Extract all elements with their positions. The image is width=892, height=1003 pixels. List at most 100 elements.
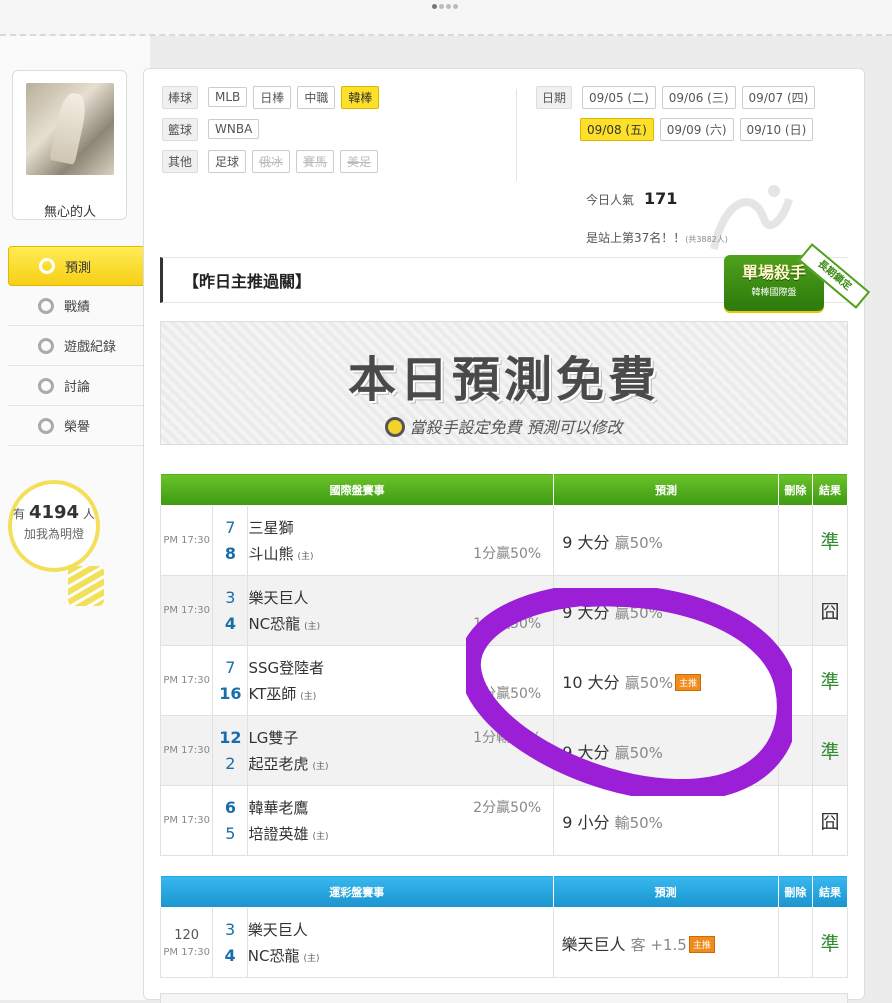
- delete-cell: [777, 907, 814, 978]
- sidebar-item-3[interactable]: 討論: [8, 366, 148, 406]
- home-mark: (主): [300, 691, 317, 702]
- score-cell: 34: [212, 575, 249, 646]
- prediction-percent: 客 +1.5: [630, 935, 687, 954]
- sidebar-item-4[interactable]: 榮譽: [8, 406, 148, 446]
- game-time-cell: PM 17:30: [159, 785, 214, 856]
- fan-count-bulb[interactable]: 有 4194 人 加我為明燈: [8, 480, 100, 572]
- handicap-odds: 1分贏50%: [473, 685, 542, 702]
- sport-filters: 棒球 MLB 日棒 中職 韓棒 籃球 WNBA 其他 足球 俄冰 賽馬 美足: [162, 85, 380, 181]
- teams-cell: SSG登陸者 KT巫師 (主) 1分贏50%: [247, 645, 555, 716]
- result-cell: 囧: [812, 785, 848, 856]
- popularity-label: 今日人氣: [586, 193, 635, 207]
- sports-lottery-table: 運彩盤賽事 預測 刪除 結果 120 PM 17:30 3 4 樂天巨人 NC恐龍 (主) 樂…: [159, 875, 848, 978]
- score-cell: 7 16: [212, 645, 249, 716]
- fan-prefix: 有: [13, 507, 26, 521]
- result-cell: 囧: [812, 575, 848, 646]
- away-team[interactable]: SSG登陸者: [248, 659, 324, 677]
- away-team[interactable]: LG雙子: [248, 729, 298, 747]
- home-score: 4: [224, 613, 236, 633]
- filter-tag[interactable]: 俄冰: [252, 149, 291, 173]
- handicap-odds: 1分輸50%: [473, 729, 542, 746]
- sidebar-item-2[interactable]: 遊戲紀錄: [8, 326, 148, 366]
- delete-cell: [777, 785, 814, 856]
- fan-suffix: 人: [82, 507, 95, 521]
- discuss-icon: [38, 377, 54, 394]
- away-team[interactable]: 樂天巨人: [248, 921, 308, 939]
- filter-tag[interactable]: MLB: [208, 87, 248, 107]
- rank-text: 是站上第37名！！: [586, 231, 686, 245]
- sidebar-item-1[interactable]: 戰績: [8, 286, 148, 326]
- filter-tag[interactable]: 賽馬: [296, 149, 335, 173]
- filter-tag[interactable]: 足球: [208, 149, 247, 173]
- teams-cell: 樂天巨人 NC恐龍 (主) 1分贏50%: [247, 575, 555, 646]
- filter-tag[interactable]: 中職: [297, 85, 336, 109]
- record-icon: [38, 337, 54, 354]
- away-team[interactable]: 韓華老鷹: [248, 799, 308, 817]
- game-time: PM 17:30: [163, 946, 211, 958]
- score-cell: 65: [212, 785, 249, 856]
- target-icon: [39, 258, 55, 274]
- table-row: PM 17:30 7 8 三星獅 斗山熊 (主) 1分贏50% 9 大分 贏50% 準: [159, 505, 848, 576]
- international-games-table: 國際盤賽事 預測 刪除 結果 PM 17:30 7 8 三星獅 斗山熊 (主) 1分贏50%…: [159, 473, 848, 856]
- main-pick-badge: 主推: [675, 673, 702, 691]
- follow-button[interactable]: 加我為明燈: [12, 525, 96, 542]
- game-number: 120: [174, 927, 200, 943]
- home-mark: (主): [304, 621, 321, 632]
- divider: [516, 89, 517, 181]
- sidebar: 無心的人 預測 戰績 遊戲紀錄 討論 榮譽 有 4194 人 加我為明燈: [0, 36, 161, 1000]
- prediction-cell: 9 大分 贏50%: [553, 505, 779, 576]
- sidebar-item-0[interactable]: 預測: [8, 246, 161, 286]
- away-score: 3: [225, 587, 236, 607]
- teams-cell: 樂天巨人 NC恐龍 (主): [246, 907, 554, 978]
- away-score: 7: [225, 517, 236, 537]
- home-mark: (主): [297, 551, 314, 562]
- category-basketball: 籃球: [162, 117, 199, 141]
- date-filters: 日期 09/05 (二) 09/06 (三) 09/07 (四) 09/08 (五) 0…: [536, 85, 816, 149]
- away-team[interactable]: 樂天巨人: [248, 589, 308, 607]
- home-team[interactable]: 培證英雄: [248, 825, 308, 843]
- date-tab[interactable]: 09/10 (日): [739, 117, 814, 141]
- username[interactable]: 無心的人: [0, 201, 140, 220]
- bulb-icon: [68, 566, 104, 606]
- page-indicator: [432, 4, 458, 9]
- result-cell: 準: [812, 645, 848, 716]
- bulb-icon: [385, 417, 406, 437]
- date-tab[interactable]: 09/06 (三): [661, 85, 736, 109]
- home-team-row: 培證英雄 (主): [248, 821, 553, 847]
- game-time: PM 17:30: [163, 605, 210, 616]
- date-tab[interactable]: 09/07 (四): [741, 85, 816, 109]
- home-mark: (主): [303, 953, 320, 964]
- away-team-row: LG雙子 1分輸50%: [248, 725, 553, 751]
- away-team-row: 三星獅: [248, 515, 553, 541]
- game-time-cell: PM 17:30: [159, 575, 214, 646]
- score-cell: 78: [212, 505, 249, 576]
- home-team-row: 起亞老虎 (主): [248, 751, 553, 777]
- killer-badge-subtitle: 韓棒國際盤: [751, 288, 797, 298]
- filter-tag[interactable]: 韓棒: [341, 85, 380, 109]
- home-mark: (主): [312, 831, 329, 842]
- table-row: PM 17:30 12 2 LG雙子 1分輸50% 起亞老虎 (主) 9 大分 贏50% 準: [159, 715, 848, 786]
- filter-tag[interactable]: 日棒: [253, 85, 292, 109]
- date-tab[interactable]: 09/08 (五): [580, 117, 654, 141]
- away-team[interactable]: 三星獅: [248, 519, 293, 537]
- teams-cell: LG雙子 1分輸50% 起亞老虎 (主): [247, 715, 555, 786]
- avatar[interactable]: [26, 83, 114, 175]
- game-time-cell: PM 17:30: [159, 715, 214, 786]
- table-row: PM 17:30 6 5 韓華老鷹 2分贏50% 培證英雄 (主) 9 小分 輸50% 囧: [159, 785, 848, 856]
- date-tab[interactable]: 09/05 (二): [582, 85, 656, 109]
- prediction-percent: 贏50%: [624, 673, 674, 692]
- fan-count: 4194: [28, 502, 80, 523]
- date-tab[interactable]: 09/09 (六): [659, 117, 734, 141]
- avatar-card: [12, 70, 127, 220]
- filter-tag[interactable]: 美足: [340, 149, 379, 173]
- prediction-value: 9 大分: [562, 742, 610, 762]
- home-team[interactable]: NC恐龍: [248, 615, 300, 633]
- handicap-odds: 2分贏50%: [473, 799, 542, 816]
- home-team[interactable]: KT巫師: [248, 685, 296, 703]
- filter-tag[interactable]: WNBA: [208, 119, 260, 139]
- home-team[interactable]: NC恐龍: [248, 947, 300, 965]
- away-score: 7: [225, 657, 236, 677]
- teams-cell: 三星獅 斗山熊 (主) 1分贏50%: [247, 505, 555, 576]
- home-team[interactable]: 起亞老虎: [248, 755, 308, 773]
- home-team[interactable]: 斗山熊: [248, 545, 293, 563]
